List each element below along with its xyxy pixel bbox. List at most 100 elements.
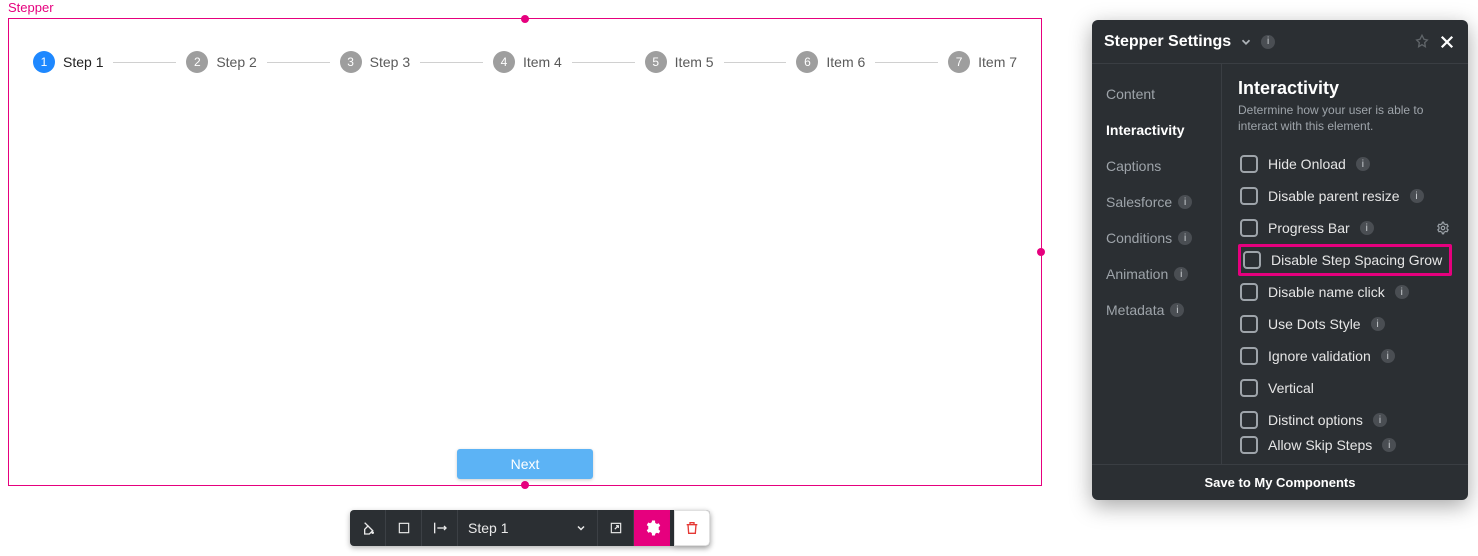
settings-panel: Stepper Settings i Content Interactivity C… <box>1092 20 1468 500</box>
stepper-step[interactable]: 6Item 6 <box>796 51 865 73</box>
option-row: Disable parent resize i <box>1238 180 1452 212</box>
stepper-steps: 1Step 1 2 Step 2 3Step 3 4Item 4 5Item 5 6Item… <box>33 51 1017 73</box>
step-label: Item 7 <box>978 54 1017 70</box>
info-icon[interactable]: i <box>1381 349 1395 363</box>
option-checkbox[interactable] <box>1243 251 1261 269</box>
stepper-next-button[interactable]: Next <box>457 449 593 479</box>
toolbar-style-button[interactable] <box>350 510 386 546</box>
info-icon[interactable]: i <box>1356 157 1370 171</box>
step-connector <box>572 62 635 63</box>
option-checkbox[interactable] <box>1240 347 1258 365</box>
settings-tab-metadata[interactable]: Metadatai <box>1092 292 1221 328</box>
settings-tab-interactivity[interactable]: Interactivity <box>1092 112 1221 148</box>
step-label: Item 5 <box>675 54 714 70</box>
settings-tab-label: Animation <box>1106 266 1168 282</box>
option-label: Ignore validation <box>1268 348 1371 364</box>
pin-icon <box>1414 34 1430 50</box>
settings-tab-conditions[interactable]: Conditionsi <box>1092 220 1221 256</box>
toolbar-settings-button[interactable] <box>634 510 670 546</box>
option-row: Disable name click i <box>1238 276 1452 308</box>
element-toolbar: Step 1 <box>350 510 710 546</box>
option-row: Use Dots Style i <box>1238 308 1452 340</box>
option-label: Distinct options <box>1268 412 1363 428</box>
step-connector <box>724 62 787 63</box>
option-checkbox[interactable] <box>1240 379 1258 397</box>
option-row: Ignore validation i <box>1238 340 1452 372</box>
resize-handle-bottom[interactable] <box>521 481 529 489</box>
settings-panel-header: Stepper Settings i <box>1092 20 1468 64</box>
toolbar-align-button[interactable] <box>422 510 458 546</box>
stepper-step[interactable]: 4Item 4 <box>493 51 562 73</box>
stepper-step[interactable]: 7 Item 7 <box>948 51 1017 73</box>
option-label: Use Dots Style <box>1268 316 1361 332</box>
toolbar-step-select[interactable]: Step 1 <box>458 510 598 546</box>
step-connector <box>267 62 330 63</box>
option-checkbox[interactable] <box>1240 219 1258 237</box>
info-icon: i <box>1178 195 1192 209</box>
settings-panel-title: Stepper Settings <box>1104 33 1231 51</box>
option-label: Disable name click <box>1268 284 1385 300</box>
panel-close-button[interactable] <box>1438 33 1456 51</box>
panel-footer-label: Save to My Components <box>1205 475 1356 490</box>
stepper-step[interactable]: 3Step 3 <box>340 51 410 73</box>
step-number-badge: 2 <box>186 51 208 73</box>
step-label: Step 2 <box>216 54 256 70</box>
option-row: Disable Step Spacing Grow <box>1238 244 1452 276</box>
settings-tab-label: Salesforce <box>1106 194 1172 210</box>
settings-tab-label: Content <box>1106 86 1155 102</box>
stepper-component[interactable]: 1Step 1 2 Step 2 3Step 3 4Item 4 5Item 5 6Item… <box>8 18 1042 486</box>
settings-content: Interactivity Determine how your user is… <box>1222 64 1468 464</box>
option-label: Vertical <box>1268 380 1314 396</box>
panel-title-info-icon[interactable]: i <box>1261 35 1275 49</box>
info-icon[interactable]: i <box>1373 413 1387 427</box>
option-checkbox[interactable] <box>1240 315 1258 333</box>
info-icon[interactable]: i <box>1410 189 1424 203</box>
canvas-element-label: Stepper <box>8 0 54 15</box>
chevron-down-icon <box>1239 35 1253 49</box>
toolbar-box-button[interactable] <box>386 510 422 546</box>
step-number-badge: 3 <box>340 51 362 73</box>
settings-tab-content[interactable]: Content <box>1092 76 1221 112</box>
info-icon[interactable]: i <box>1382 438 1396 452</box>
resize-handle-right[interactable] <box>1037 248 1045 256</box>
option-checkbox[interactable] <box>1240 436 1258 454</box>
settings-tab-label: Interactivity <box>1106 122 1185 138</box>
stepper-step[interactable]: 2 Step 2 <box>186 51 256 73</box>
option-gear-button[interactable] <box>1436 221 1450 235</box>
panel-title-dropdown[interactable] <box>1239 35 1253 49</box>
trash-icon <box>684 520 700 536</box>
step-number-badge: 7 <box>948 51 970 73</box>
info-icon: i <box>1170 303 1184 317</box>
square-icon <box>397 521 411 535</box>
option-checkbox[interactable] <box>1240 411 1258 429</box>
option-checkbox[interactable] <box>1240 155 1258 173</box>
paint-bucket-icon <box>360 520 376 536</box>
option-checkbox[interactable] <box>1240 187 1258 205</box>
step-connector <box>113 62 176 63</box>
toolbar-delete-button[interactable] <box>674 510 710 546</box>
option-label: Disable parent resize <box>1268 188 1400 204</box>
settings-tab-animation[interactable]: Animation i <box>1092 256 1221 292</box>
settings-tab-salesforce[interactable]: Salesforce i <box>1092 184 1221 220</box>
stepper-next-label: Next <box>511 456 540 472</box>
option-label: Hide Onload <box>1268 156 1346 172</box>
settings-tab-captions[interactable]: Captions <box>1092 148 1221 184</box>
panel-pin-button[interactable] <box>1414 34 1430 50</box>
info-icon[interactable]: i <box>1371 317 1385 331</box>
settings-tabs: ContentInteractivityCaptionsSalesforceiC… <box>1092 64 1222 464</box>
stepper-step[interactable]: 1Step 1 <box>33 51 103 73</box>
info-icon[interactable]: i <box>1395 285 1409 299</box>
info-icon: i <box>1174 267 1188 281</box>
stepper-step[interactable]: 5Item 5 <box>645 51 714 73</box>
option-checkbox[interactable] <box>1240 283 1258 301</box>
info-icon[interactable]: i <box>1360 221 1374 235</box>
save-to-my-components-button[interactable]: Save to My Components <box>1092 464 1468 500</box>
toolbar-step-select-label: Step 1 <box>468 520 508 536</box>
option-row: Vertical <box>1238 372 1452 404</box>
toolbar-open-button[interactable] <box>598 510 634 546</box>
resize-handle-top[interactable] <box>521 15 529 23</box>
step-connector <box>420 62 483 63</box>
step-number-badge: 4 <box>493 51 515 73</box>
option-label: Progress Bar <box>1268 220 1350 236</box>
settings-section-title: Interactivity <box>1238 78 1452 99</box>
